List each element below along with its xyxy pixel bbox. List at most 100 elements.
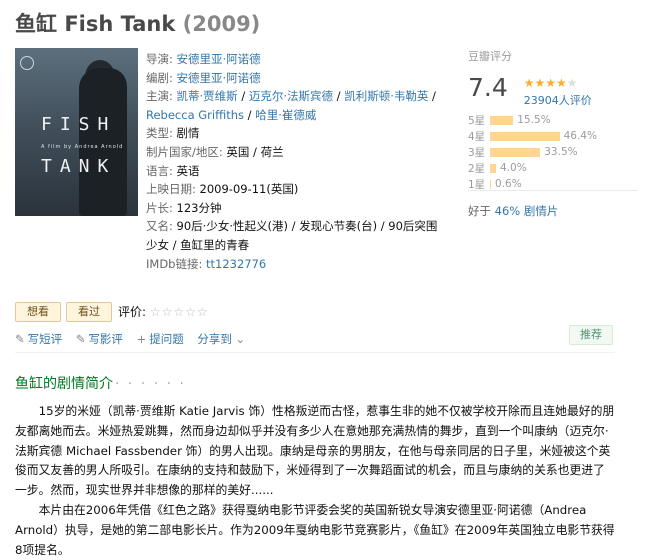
- long-review-label: 写影评: [88, 332, 123, 346]
- pencil-icon: ✎: [75, 332, 86, 346]
- aka-value: 90后·少女·性起义(港) / 发现心节奏(台) / 90后突围少女 / 鱼缸里…: [146, 219, 438, 252]
- stars-filled: ★★★★: [523, 76, 567, 90]
- genre-label: 类型:: [146, 126, 173, 141]
- rating-distribution: 5星 15.5% 4星 46.4% 3星 33.5% 2星 4.0% 1星 0.…: [468, 112, 648, 192]
- runtime-label: 片长:: [146, 200, 173, 215]
- write-review-button[interactable]: ✎ 写影评: [76, 332, 123, 346]
- title-year: (2009): [182, 12, 261, 36]
- country-value: 英国 / 荷兰: [226, 144, 284, 159]
- poster-credit: A film by Andrea Arnold: [41, 144, 124, 150]
- release-label: 上映日期:: [146, 182, 196, 197]
- synopsis-paragraph: 15岁的米娅（凯蒂·贾维斯 Katie Jarvis 饰）性格叛逆而古怪，惹事生…: [15, 404, 615, 498]
- movie-poster[interactable]: FISH A film by Andrea Arnold TANK: [15, 48, 138, 216]
- ask-question-button[interactable]: + 提问题: [137, 332, 184, 346]
- synopsis-title-text: 鱼缸的剧情简介: [15, 376, 113, 392]
- title-english: Fish Tank: [64, 12, 176, 36]
- distribution-percent: 4.0%: [500, 162, 527, 174]
- distribution-percent: 46.4%: [563, 130, 597, 142]
- aka-row: 又名: 90后·少女·性起义(港) / 发现心节奏(台) / 90后突围少女 /…: [146, 217, 446, 254]
- stars-half: ★: [566, 76, 578, 90]
- country-label: 制片国家/地区:: [146, 144, 223, 159]
- cast-separator: /: [428, 89, 436, 104]
- rate-control: 评价: ☆☆☆☆☆: [118, 303, 209, 320]
- cast-link[interactable]: Rebecca Griffiths: [146, 108, 244, 122]
- rating-box: 豆瓣评分 7.4 ★★★★★ 23904人评价: [468, 48, 648, 108]
- imdb-row: IMDb链接: tt1232776: [146, 255, 446, 274]
- poster-figure: [79, 68, 127, 216]
- release-row: 上映日期: 2009-09-11(英国): [146, 180, 446, 199]
- imdb-link[interactable]: tt1232776: [206, 257, 266, 271]
- title-chinese: 鱼缸: [15, 12, 57, 36]
- rating-stars-votes: ★★★★★ 23904人评价: [524, 76, 592, 108]
- rate-stars-icon[interactable]: ☆☆☆☆☆: [150, 305, 209, 319]
- director-row: 导演: 安德里亚·阿诺德: [146, 50, 446, 69]
- cast-separator: /: [237, 89, 249, 104]
- cast-link[interactable]: 哈里·崔德威: [255, 108, 316, 122]
- director-label: 导演:: [146, 52, 173, 66]
- watched-button[interactable]: 看过: [66, 302, 112, 322]
- country-row: 制片国家/地区: 英国 / 荷兰: [146, 143, 446, 162]
- synopsis-paragraph: 本片由在2006年凭借《红色之路》获得戛纳电影节评委会奖的英国新锐女导演安德里亚…: [15, 502, 615, 557]
- director-link[interactable]: 安德里亚·阿诺德: [177, 52, 261, 66]
- want-to-watch-button[interactable]: 想看: [15, 302, 61, 322]
- genre-value: 剧情: [176, 126, 200, 141]
- synopsis-body: 15岁的米娅（凯蒂·贾维斯 Katie Jarvis 饰）性格叛逆而古怪，惹事生…: [15, 402, 615, 560]
- writer-row: 编剧: 安德里亚·阿诺德: [146, 69, 446, 88]
- synopsis-title-dots: · · · · · ·: [115, 376, 186, 392]
- criterion-logo-icon: [20, 56, 34, 70]
- writer-link[interactable]: 安德里亚·阿诺德: [177, 71, 261, 85]
- cast-link[interactable]: 凯蒂·贾维斯: [177, 89, 238, 103]
- distribution-row: 2星 4.0%: [468, 160, 648, 176]
- chevron-down-icon: ⌄: [235, 332, 246, 346]
- distribution-bar: [490, 179, 491, 189]
- recommend-button[interactable]: 推荐: [569, 325, 613, 345]
- writer-label: 编剧:: [146, 70, 173, 85]
- better-prefix: 好于: [468, 204, 495, 218]
- distribution-row: 5星 15.5%: [468, 112, 648, 128]
- language-value: 英语: [176, 163, 200, 178]
- distribution-label: 2星: [468, 162, 486, 175]
- plus-icon: +: [136, 332, 147, 346]
- distribution-percent: 15.5%: [517, 114, 551, 126]
- distribution-percent: 33.5%: [544, 146, 578, 158]
- share-label: 分享到: [197, 332, 232, 346]
- language-label: 语言:: [146, 163, 173, 178]
- movie-info: 导演: 安德里亚·阿诺德 编剧: 安德里亚·阿诺德 主演: 凯蒂·贾维斯 / 迈…: [146, 50, 446, 273]
- pencil-icon: ✎: [15, 332, 25, 346]
- rate-label: 评价:: [118, 305, 147, 319]
- better-than-link[interactable]: 46% 剧情片: [495, 204, 559, 218]
- rating-stars-icon: ★★★★★: [524, 76, 578, 90]
- write-short-review-button[interactable]: ✎ 写短评: [15, 332, 62, 346]
- distribution-bar: [490, 163, 496, 173]
- action-bar: ✎ 写短评 ✎ 写影评 + 提问题 分享到 ⌄: [15, 331, 258, 347]
- poster-title-tank: TANK: [41, 156, 117, 177]
- cast-link[interactable]: 凯利斯顿·韦勒英: [344, 89, 428, 103]
- release-value: 2009-09-11(英国): [199, 182, 299, 197]
- runtime-value: 123分钟: [176, 200, 222, 215]
- cast-row: 主演: 凯蒂·贾维斯 / 迈克尔·法斯宾德 / 凯利斯顿·韦勒英 / Rebec…: [146, 87, 446, 124]
- cast-label: 主演:: [146, 89, 173, 104]
- better-than: 好于 46% 剧情片: [468, 203, 558, 219]
- share-button[interactable]: 分享到 ⌄: [197, 332, 248, 346]
- synopsis-title: 鱼缸的剧情简介 · · · · · ·: [15, 373, 186, 393]
- page-title: 鱼缸 Fish Tank (2009): [15, 8, 260, 38]
- short-review-label: 写短评: [27, 332, 63, 346]
- distribution-percent: 0.6%: [495, 178, 522, 190]
- cast-separator: /: [244, 107, 256, 122]
- distribution-bar: [490, 131, 560, 141]
- distribution-label: 5星: [468, 114, 486, 127]
- distribution-label: 4星: [468, 130, 486, 143]
- cast-link[interactable]: 迈克尔·法斯宾德: [249, 89, 333, 103]
- genre-row: 类型: 剧情: [146, 124, 446, 143]
- aka-label: 又名:: [146, 219, 173, 234]
- ask-label: 提问题: [149, 332, 184, 346]
- poster-title-fish: FISH: [41, 114, 117, 135]
- runtime-row: 片长: 123分钟: [146, 199, 446, 218]
- section-divider: [15, 352, 615, 353]
- distribution-label: 3星: [468, 146, 486, 159]
- distribution-row: 3星 33.5%: [468, 144, 648, 160]
- imdb-label: IMDb链接:: [146, 256, 203, 271]
- distribution-bar: [490, 147, 541, 157]
- votes-link[interactable]: 23904人评价: [524, 92, 592, 108]
- rating-score: 7.4: [468, 73, 508, 102]
